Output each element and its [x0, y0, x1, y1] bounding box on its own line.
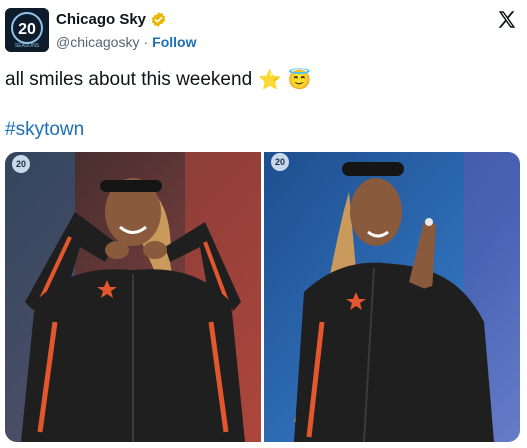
account-avatar[interactable]: 20 SEASONS: [5, 8, 49, 52]
account-handle[interactable]: @chicagosky: [56, 34, 139, 50]
photo-2-badge: 20: [275, 157, 285, 167]
sky-20-seasons-logo-icon: 20 SEASONS: [5, 8, 49, 52]
player-photo-praying-hands: 20: [264, 152, 520, 442]
tweet-text: all smiles about this weekend ⭐ 😇: [5, 69, 311, 91]
handle-separator: ·: [143, 34, 149, 50]
follow-button[interactable]: Follow: [152, 34, 196, 50]
photo-1[interactable]: 20: [5, 152, 261, 442]
media-grid: 20 20: [5, 152, 520, 442]
handle-row: @chicagosky · Follow: [56, 34, 196, 50]
smiling-halo-emoji-icon: 😇: [287, 69, 312, 91]
x-logo-icon[interactable]: [496, 9, 518, 31]
account-name-row: Chicago Sky: [56, 11, 167, 28]
tweet-body: all smiles about this weekend: [5, 69, 253, 90]
hashtag-link[interactable]: #skytown: [5, 119, 84, 141]
avatar-number: 20: [18, 21, 36, 38]
photo-1-badge: 20: [16, 159, 26, 169]
display-name[interactable]: Chicago Sky: [56, 11, 146, 28]
star-emoji-icon: ⭐: [258, 69, 282, 91]
verified-badge-icon: [151, 12, 166, 27]
photo-2[interactable]: 20: [264, 152, 520, 442]
player-photo-hands-frame: 20: [5, 152, 261, 442]
avatar-subtext: SEASONS: [15, 43, 40, 49]
